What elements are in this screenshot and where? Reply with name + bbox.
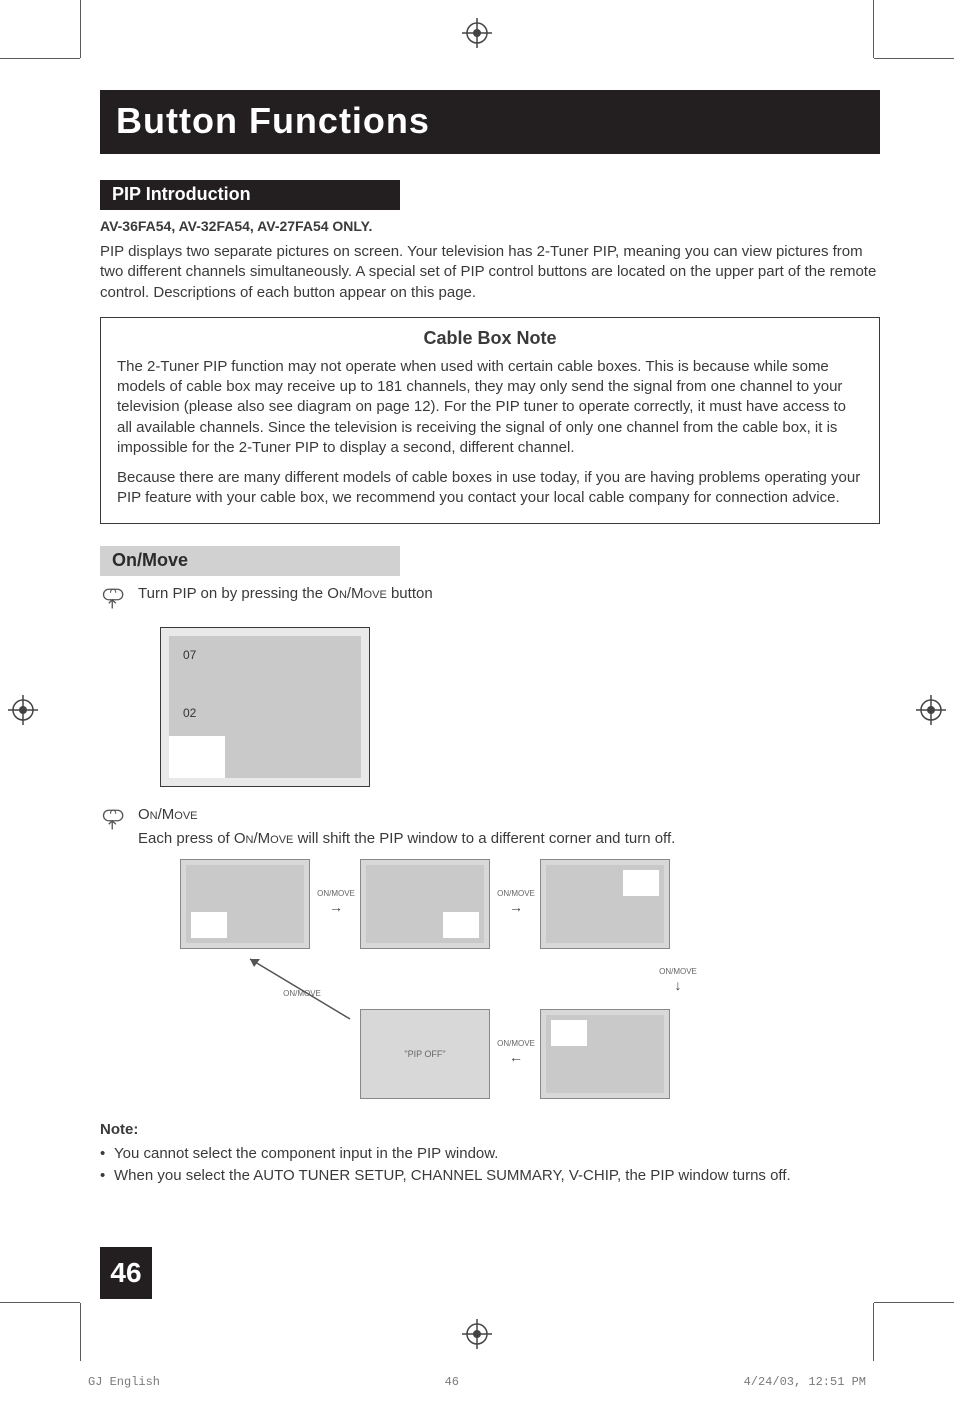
list-item: You cannot select the component input in…: [100, 1144, 880, 1164]
notes-list: You cannot select the component input in…: [100, 1144, 880, 1187]
crop-mark: [874, 58, 954, 59]
crop-mark: [873, 1303, 874, 1361]
crop-mark: [80, 1303, 81, 1361]
cycle-state-top-left: [540, 1009, 670, 1099]
section-heading-on-move: On/Move: [100, 546, 400, 576]
registration-mark-bottom-icon: [462, 1319, 492, 1349]
registration-mark-left-icon: [8, 695, 38, 725]
cycle-state-bottom-right: [360, 859, 490, 949]
cable-box-note-heading: Cable Box Note: [117, 328, 863, 349]
on-move-line1-suffix: button: [387, 585, 433, 602]
on-move-line2: On/Move Each press of On/Move will shift…: [138, 805, 880, 850]
cycle-state-bottom-left: [180, 859, 310, 949]
on-move-line2-prefix: Each press of: [138, 830, 234, 847]
cycle-state-off: "PIP OFF": [360, 1009, 490, 1099]
tv-diagram: 07 02: [160, 627, 370, 787]
on-move-subheading: On/Move: [138, 805, 880, 825]
cycle-arrow-3: ON/MOVE↓: [656, 967, 700, 993]
cycle-arrow-4: ON/MOVE←: [494, 1039, 538, 1065]
on-move-line1-prefix: Turn PIP on by pressing the: [138, 585, 327, 602]
hand-press-icon: [100, 584, 138, 617]
pip-intro-body: PIP displays two separate pictures on sc…: [100, 242, 880, 303]
crop-mark: [80, 0, 81, 58]
footer-right: 4/24/03, 12:51 PM: [744, 1375, 866, 1389]
arrow-right-icon: →: [314, 899, 358, 916]
page-number-badge: 46: [100, 1247, 152, 1299]
cycle-off-label: "PIP OFF": [366, 1015, 484, 1093]
footer-mid: 46: [445, 1375, 459, 1389]
crop-mark: [0, 1302, 80, 1303]
footer-left: GJ English: [88, 1375, 160, 1389]
cycle-arrow-2: ON/MOVE→: [494, 889, 538, 915]
crop-mark: [0, 58, 80, 59]
models-only-line: AV-36FA54, AV-32FA54, AV-27FA54 ONLY.: [100, 218, 880, 234]
arrow-down-icon: ↓: [656, 977, 700, 994]
tv-pip-window: [169, 736, 225, 778]
notes-heading: Note:: [100, 1121, 880, 1138]
on-move-button-label-2: On/Move: [234, 830, 294, 847]
tv-channel-pip: 02: [183, 706, 196, 720]
cycle-arrow-1: ON/MOVE→: [314, 889, 358, 915]
on-move-line2-suffix: will shift the PIP window to a different…: [293, 830, 675, 847]
crop-mark: [873, 0, 874, 58]
on-move-button-label: On/Move: [327, 585, 387, 602]
page-title: Button Functions: [116, 100, 864, 142]
arrow-left-icon: ←: [494, 1049, 538, 1066]
page-title-bar: Button Functions: [100, 90, 880, 154]
cycle-state-top-right: [540, 859, 670, 949]
hand-press-icon: [100, 805, 138, 838]
print-footer: GJ English 46 4/24/03, 12:51 PM: [88, 1375, 866, 1389]
crop-mark: [874, 1302, 954, 1303]
arrow-diagonal-icon: [240, 949, 360, 1029]
on-move-line1: Turn PIP on by pressing the On/Move butt…: [138, 584, 880, 604]
on-move-cycle-diagram: "PIP OFF" ON/MOVE→ ON/MOVE→ ON/MOVE↓ ON/…: [180, 859, 700, 1109]
cable-box-note-para2: Because there are many different models …: [117, 468, 863, 509]
cable-box-note: Cable Box Note The 2-Tuner PIP function …: [100, 317, 880, 524]
tv-channel-main: 07: [183, 648, 196, 662]
section-heading-pip-introduction: PIP Introduction: [100, 180, 400, 210]
registration-mark-right-icon: [916, 695, 946, 725]
arrow-right-icon: →: [494, 899, 538, 916]
registration-mark-top-icon: [462, 18, 492, 48]
list-item: When you select the AUTO TUNER SETUP, CH…: [100, 1166, 880, 1186]
cable-box-note-para1: The 2-Tuner PIP function may not operate…: [117, 357, 863, 458]
